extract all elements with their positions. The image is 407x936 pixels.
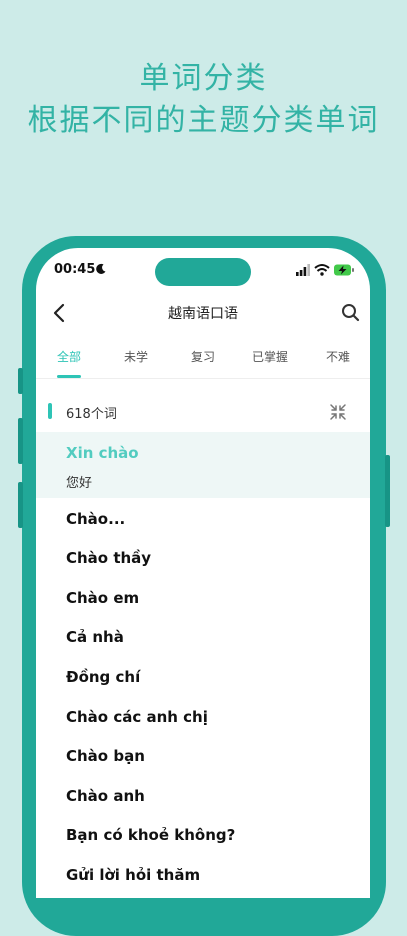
list-item[interactable]: Chào thầy <box>66 549 151 567</box>
count-marker <box>48 403 52 419</box>
side-button-mute <box>18 368 23 394</box>
list-item[interactable]: Chào các anh chị <box>66 708 208 726</box>
cellular-signal-icon <box>296 264 310 276</box>
word-count: 618个词 <box>66 407 117 422</box>
wifi-icon <box>314 264 330 276</box>
highlighted-word: Xin chào <box>66 444 139 462</box>
moon-icon <box>96 263 106 274</box>
tab-review[interactable]: 复习 <box>191 348 215 365</box>
side-button-volume-up <box>18 418 23 464</box>
list-item[interactable]: Gửi lời hỏi thăm <box>66 866 200 884</box>
promo-subtitle: 根据不同的主题分类单词 <box>27 103 380 138</box>
side-button-power <box>385 455 390 527</box>
collapse-icon[interactable] <box>328 402 348 422</box>
tab-bar: 全部 未学 复习 已掌握 不难 <box>36 348 370 378</box>
tab-unlearned[interactable]: 未学 <box>124 348 148 365</box>
side-button-volume-down <box>18 482 23 528</box>
battery-icon <box>334 264 354 276</box>
tabs-divider <box>36 378 370 379</box>
status-indicators <box>296 264 354 276</box>
tab-all[interactable]: 全部 <box>57 348 81 365</box>
list-item[interactable]: Chào bạn <box>66 747 145 765</box>
list-item[interactable]: Chào anh <box>66 787 145 805</box>
list-item[interactable]: Đồng chí <box>66 668 140 686</box>
list-item[interactable]: Chào em <box>66 589 139 607</box>
search-icon[interactable] <box>340 302 362 324</box>
list-item[interactable]: Chào... <box>66 510 125 528</box>
page-title: 越南语口语 <box>168 306 238 322</box>
tab-mastered[interactable]: 已掌握 <box>252 348 288 365</box>
list-item[interactable]: Bạn có khoẻ không? <box>66 826 235 844</box>
status-time: 00:45 <box>54 262 96 277</box>
promo-title: 单词分类 <box>139 61 268 96</box>
tab-not-difficult[interactable]: 不难 <box>326 348 350 365</box>
highlighted-meaning: 您好 <box>66 476 93 491</box>
list-item[interactable]: Cả nhà <box>66 628 124 646</box>
dynamic-island <box>155 258 251 286</box>
